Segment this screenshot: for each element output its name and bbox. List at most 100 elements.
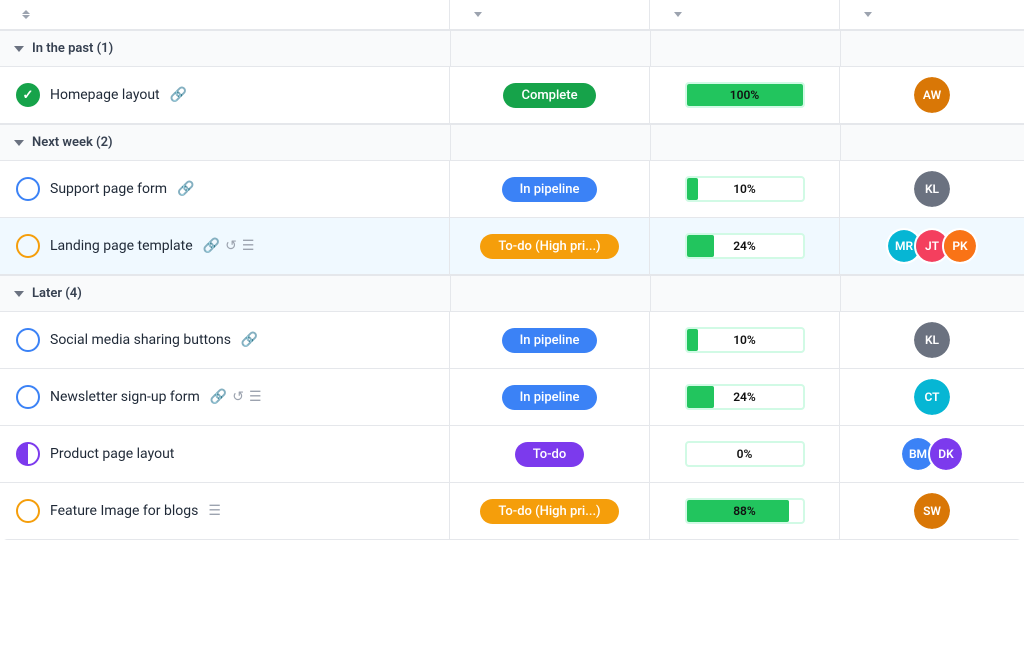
task-assigned-cell: MRJTPK	[840, 218, 1024, 274]
progress-bar-wrap: 10%	[685, 176, 805, 202]
group-header-empty	[650, 276, 840, 311]
link-icon[interactable]: 🔗	[203, 238, 220, 254]
col-progress[interactable]	[650, 0, 840, 29]
task-name[interactable]: Newsletter sign-up form	[50, 389, 200, 405]
task-table: In the past (1) Homepage layout 🔗 Complete 1…	[0, 0, 1024, 540]
table-row[interactable]: Product page layout To-do 0% BMDK	[0, 426, 1024, 483]
group-header-empty	[840, 125, 1024, 160]
progress-label: 88%	[687, 504, 803, 518]
task-progress-cell: 88%	[650, 483, 840, 539]
avatar: PK	[942, 228, 978, 264]
group-header: Next week (2)	[0, 124, 1024, 161]
task-name[interactable]: Social media sharing buttons	[50, 332, 231, 348]
task-stage-cell: To-do (High pri...)	[450, 218, 650, 274]
task-title-cell: Support page form 🔗	[0, 161, 450, 217]
progress-label: 24%	[687, 239, 803, 253]
col-task-title[interactable]	[0, 0, 450, 29]
table-header	[0, 0, 1024, 30]
stage-badge[interactable]: Complete	[503, 83, 595, 108]
task-assigned-cell: AW	[840, 67, 1024, 123]
task-progress-cell: 0%	[650, 426, 840, 482]
link-icon[interactable]: 🔗	[177, 181, 194, 197]
task-stage-cell: Complete	[450, 67, 650, 123]
stage-badge[interactable]: In pipeline	[502, 385, 598, 410]
stage-badge[interactable]: To-do	[515, 442, 585, 467]
group-header-empty	[840, 31, 1024, 66]
task-title-cell: Landing page template 🔗 ↺ ☰	[0, 218, 450, 274]
link-icon[interactable]: 🔗	[170, 87, 187, 103]
task-stage-cell: In pipeline	[450, 312, 650, 368]
chevron-down-icon[interactable]	[14, 291, 24, 297]
task-name[interactable]: Product page layout	[50, 446, 174, 462]
task-icons: 🔗	[177, 181, 194, 197]
stage-badge[interactable]: To-do (High pri...)	[480, 499, 618, 524]
link-icon[interactable]: 🔗	[241, 332, 258, 348]
chevron-down-icon[interactable]	[14, 140, 24, 146]
status-circle	[16, 177, 40, 201]
stage-badge[interactable]: In pipeline	[502, 328, 598, 353]
task-progress-cell: 100%	[650, 67, 840, 123]
table-row[interactable]: Social media sharing buttons 🔗 In pipeline…	[0, 312, 1024, 369]
progress-bar-wrap: 100%	[685, 82, 805, 108]
task-stage-cell: In pipeline	[450, 161, 650, 217]
link-icon[interactable]: 🔗	[210, 389, 227, 405]
col-assigned[interactable]	[840, 0, 1024, 29]
task-icons: 🔗 ↺ ☰	[203, 238, 255, 254]
task-title-cell: Newsletter sign-up form 🔗 ↺ ☰	[0, 369, 450, 425]
avatar: KL	[914, 171, 950, 207]
avatar: SW	[914, 493, 950, 529]
progress-bar-wrap: 88%	[685, 498, 805, 524]
stage-badge[interactable]: In pipeline	[502, 177, 598, 202]
status-circle	[16, 385, 40, 409]
repeat-icon[interactable]: ↺	[232, 389, 244, 405]
status-circle	[16, 328, 40, 352]
task-assigned-cell: KL	[840, 312, 1024, 368]
progress-bar-wrap: 24%	[685, 233, 805, 259]
group-title-cell[interactable]: Later (4)	[0, 276, 450, 311]
list-icon[interactable]: ☰	[242, 238, 255, 254]
table-row[interactable]: Feature Image for blogs ☰ To-do (High pri.…	[0, 483, 1024, 540]
chevron-down-icon[interactable]	[14, 46, 24, 52]
table-row[interactable]: Homepage layout 🔗 Complete 100% AW	[0, 67, 1024, 124]
stage-badge[interactable]: To-do (High pri...)	[480, 234, 618, 259]
table-row[interactable]: Landing page template 🔗 ↺ ☰ To-do (High pri.…	[0, 218, 1024, 275]
task-title-cell: Product page layout	[0, 426, 450, 482]
task-progress-cell: 10%	[650, 312, 840, 368]
table-row[interactable]: Support page form 🔗 In pipeline 10% KL	[0, 161, 1024, 218]
task-icons: ☰	[208, 503, 221, 519]
task-assigned-cell: CT	[840, 369, 1024, 425]
avatar-group: BMDK	[900, 436, 964, 472]
task-progress-cell: 10%	[650, 161, 840, 217]
group-header: In the past (1)	[0, 30, 1024, 67]
progress-bar-wrap: 24%	[685, 384, 805, 410]
status-circle	[16, 234, 40, 258]
progress-dropdown-icon[interactable]	[674, 12, 682, 17]
group-title-cell[interactable]: In the past (1)	[0, 31, 450, 66]
table-row[interactable]: Newsletter sign-up form 🔗 ↺ ☰ In pipeline 24%…	[0, 369, 1024, 426]
task-assigned-cell: BMDK	[840, 426, 1024, 482]
progress-bar-wrap: 0%	[685, 441, 805, 467]
list-icon[interactable]: ☰	[208, 503, 221, 519]
task-title-cell: Social media sharing buttons 🔗	[0, 312, 450, 368]
repeat-icon[interactable]: ↺	[225, 238, 237, 254]
task-name[interactable]: Support page form	[50, 181, 167, 197]
avatar: DK	[928, 436, 964, 472]
status-circle	[16, 442, 40, 466]
task-name[interactable]: Feature Image for blogs	[50, 503, 198, 519]
stage-dropdown-icon[interactable]	[474, 12, 482, 17]
assigned-dropdown-icon[interactable]	[864, 12, 872, 17]
progress-bar-wrap: 10%	[685, 327, 805, 353]
group-header-empty	[650, 125, 840, 160]
task-icons: 🔗 ↺ ☰	[210, 389, 262, 405]
progress-label: 10%	[687, 182, 803, 196]
sort-icon[interactable]	[22, 10, 30, 19]
group-title-cell[interactable]: Next week (2)	[0, 125, 450, 160]
progress-label: 100%	[687, 88, 803, 102]
task-name[interactable]: Landing page template	[50, 238, 193, 254]
col-stage[interactable]	[450, 0, 650, 29]
progress-label: 10%	[687, 333, 803, 347]
group-header-empty	[840, 276, 1024, 311]
task-stage-cell: In pipeline	[450, 369, 650, 425]
task-name[interactable]: Homepage layout	[50, 87, 160, 103]
list-icon[interactable]: ☰	[249, 389, 262, 405]
